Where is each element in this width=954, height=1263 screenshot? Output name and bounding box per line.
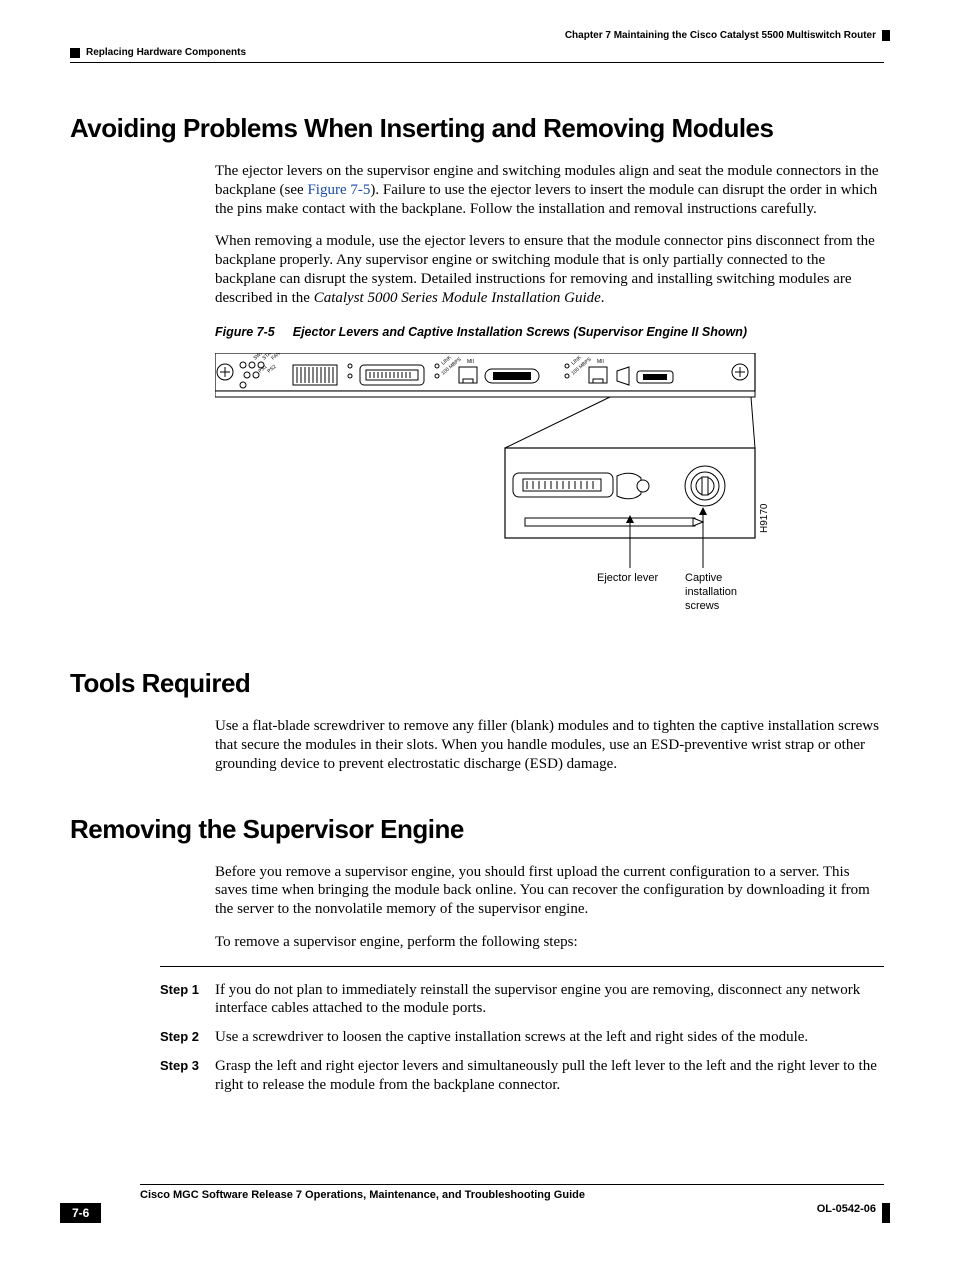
step-text: Grasp the left and right ejector levers … xyxy=(215,1057,884,1095)
step-row-1: Step 1 If you do not plan to immediately… xyxy=(160,981,884,1019)
footer-guide-title: Cisco MGC Software Release 7 Operations,… xyxy=(140,1189,884,1201)
document-id: OL-0542-06 xyxy=(817,1203,890,1223)
figure-id: H9170 xyxy=(759,503,770,533)
step-row-2: Step 2 Use a screwdriver to loosen the c… xyxy=(160,1028,884,1047)
step-text: If you do not plan to immediately reinst… xyxy=(215,981,884,1019)
page-number: 7-6 xyxy=(60,1203,101,1223)
para-s3-1: Before you remove a supervisor engine, y… xyxy=(215,863,884,919)
callout-ejector-lever: Ejector lever xyxy=(597,572,658,584)
step-label: Step 2 xyxy=(160,1028,215,1047)
step-row-3: Step 3 Grasp the left and right ejector … xyxy=(160,1057,884,1095)
heading-removing-supervisor: Removing the Supervisor Engine xyxy=(70,814,884,845)
figure-caption: Figure 7-5 Ejector Levers and Captive Ins… xyxy=(215,325,884,339)
step-label: Step 1 xyxy=(160,981,215,1019)
svg-text:MII: MII xyxy=(467,359,474,365)
header-rule xyxy=(70,62,884,63)
svg-text:MII: MII xyxy=(597,359,604,365)
citation-title: Catalyst 5000 Series Module Installation… xyxy=(314,290,601,306)
step-text: Use a screwdriver to loosen the captive … xyxy=(215,1028,884,1047)
figure-reference-link[interactable]: Figure 7-5 xyxy=(307,182,370,198)
figure-title: Ejector Levers and Captive Installation … xyxy=(293,325,747,339)
para-s3-2: To remove a supervisor engine, perform t… xyxy=(215,933,884,952)
footer-rule xyxy=(140,1184,884,1185)
header-subsection: Replacing Hardware Components xyxy=(70,47,884,58)
steps-rule xyxy=(160,966,884,967)
header-chapter: Chapter 7 Maintaining the Cisco Catalyst… xyxy=(70,30,890,41)
para-s1-1: The ejector levers on the supervisor eng… xyxy=(215,162,884,218)
step-label: Step 3 xyxy=(160,1057,215,1095)
heading-avoiding-problems: Avoiding Problems When Inserting and Rem… xyxy=(70,113,884,144)
callout-captive-1: Captive xyxy=(685,572,722,584)
text: . xyxy=(601,290,605,306)
callout-captive-3: screws xyxy=(685,600,720,612)
heading-tools-required: Tools Required xyxy=(70,668,884,699)
para-s2-1: Use a flat-blade screwdriver to remove a… xyxy=(215,717,884,773)
figure-number: Figure 7-5 xyxy=(215,325,275,339)
para-s1-2: When removing a module, use the ejector … xyxy=(215,232,884,307)
callout-captive-2: installation xyxy=(685,586,737,598)
figure-illustration: SWITCH STATUS FAN PS1 PS2 xyxy=(215,353,775,623)
